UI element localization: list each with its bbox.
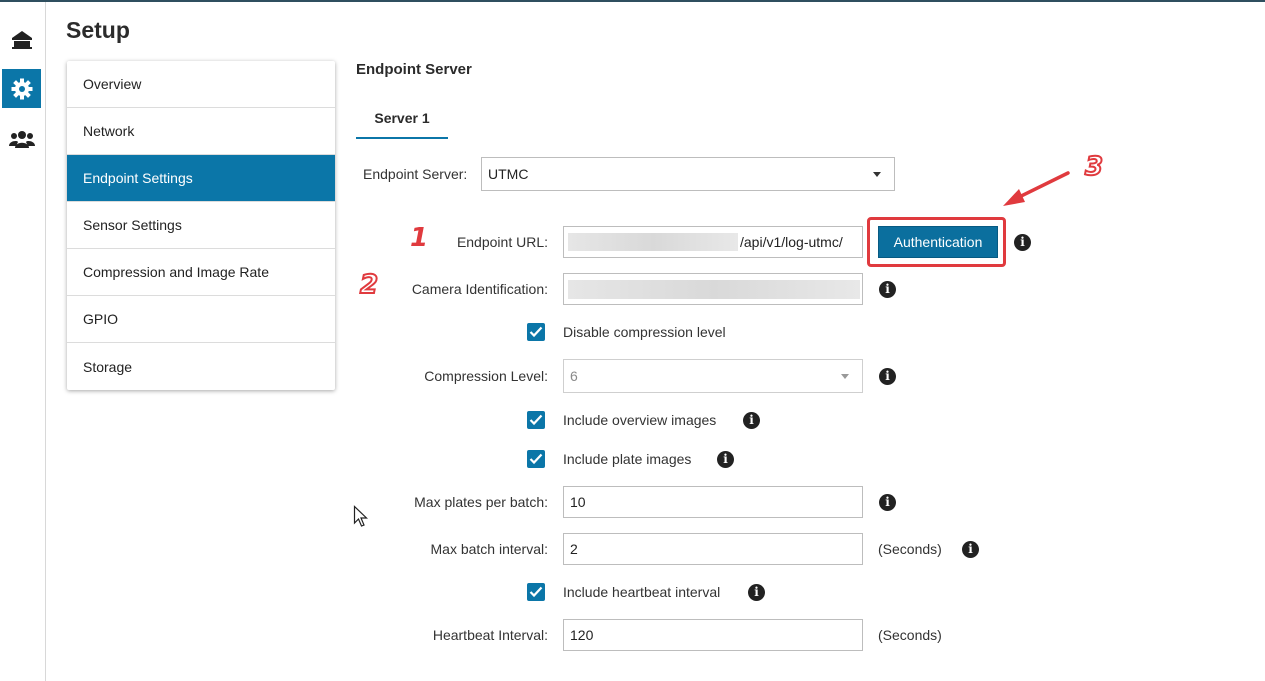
info-icon[interactable]: i — [879, 368, 896, 385]
endpoint-url-value: /api/v1/log-utmc/ — [740, 234, 843, 250]
info-icon[interactable]: i — [743, 412, 760, 429]
chevron-down-icon — [873, 172, 881, 177]
camera-id-label: Camera Identification: — [411, 281, 548, 297]
menu-item-storage[interactable]: Storage — [67, 343, 335, 390]
rail-setup-button[interactable] — [2, 69, 41, 108]
max-batch-interval-input[interactable]: 2 — [563, 533, 863, 565]
max-batch-interval-unit: (Seconds) — [878, 541, 942, 557]
include-overview-checkbox[interactable] — [527, 411, 545, 429]
rail-home-button[interactable] — [2, 20, 41, 59]
annotation-2: 2 — [359, 269, 379, 301]
section-title: Endpoint Server — [356, 61, 472, 78]
max-plates-value: 10 — [570, 494, 586, 510]
rail-users-button[interactable] — [2, 119, 41, 158]
info-icon[interactable]: i — [748, 584, 765, 601]
max-batch-interval-value: 2 — [570, 541, 578, 557]
mouse-cursor-icon — [353, 505, 368, 527]
include-heartbeat-label: Include heartbeat interval — [563, 584, 721, 600]
disable-compression-checkbox[interactable] — [527, 323, 545, 341]
heartbeat-interval-value: 120 — [570, 627, 594, 643]
compression-level-value: 6 — [570, 368, 578, 384]
menu-item-network[interactable]: Network — [67, 108, 335, 155]
include-heartbeat-checkbox[interactable] — [527, 583, 545, 601]
check-icon — [529, 326, 543, 338]
setup-menu: Overview Network Endpoint Settings Senso… — [67, 61, 335, 390]
heartbeat-interval-unit: (Seconds) — [878, 627, 942, 643]
page-title: Setup — [66, 17, 130, 43]
nav-rail — [0, 2, 46, 681]
menu-item-gpio[interactable]: GPIO — [67, 296, 335, 343]
heartbeat-interval-label: Heartbeat Interval: — [432, 627, 548, 643]
check-icon — [529, 453, 543, 465]
info-icon[interactable]: i — [962, 541, 979, 558]
include-plate-label: Include plate images — [563, 451, 692, 467]
annotation-3: 3 — [1084, 151, 1104, 183]
disable-compression-label: Disable compression level — [563, 324, 726, 340]
max-batch-interval-label: Max batch interval: — [430, 541, 549, 557]
endpoint-server-label: Endpoint Server: — [363, 166, 468, 182]
info-icon[interactable]: i — [879, 494, 896, 511]
users-icon — [8, 130, 35, 148]
menu-item-sensor-settings[interactable]: Sensor Settings — [67, 202, 335, 249]
include-overview-label: Include overview images — [563, 412, 717, 428]
info-icon[interactable]: i — [717, 451, 734, 468]
info-icon[interactable]: i — [879, 281, 896, 298]
menu-item-overview[interactable]: Overview — [67, 61, 335, 108]
top-border — [0, 0, 1265, 2]
camera-id-input[interactable] — [563, 273, 863, 305]
authentication-button[interactable]: Authentication — [878, 226, 998, 258]
endpoint-url-input[interactable]: /api/v1/log-utmc/ — [563, 226, 863, 258]
home-icon — [11, 30, 32, 49]
check-icon — [529, 586, 543, 598]
gear-icon — [11, 78, 32, 99]
annotation-arrow-icon — [1003, 171, 1070, 206]
endpoint-server-select[interactable]: UTMC — [481, 157, 895, 191]
menu-item-compression[interactable]: Compression and Image Rate — [67, 249, 335, 296]
max-plates-label: Max plates per batch: — [414, 494, 548, 510]
compression-level-label: Compression Level: — [424, 368, 548, 384]
redacted-camera-id — [568, 280, 860, 299]
compression-level-select[interactable]: 6 — [563, 359, 863, 393]
tab-server-1[interactable]: Server 1 — [356, 99, 448, 139]
check-icon — [529, 414, 543, 426]
redacted-url — [568, 233, 738, 251]
endpoint-server-value: UTMC — [488, 166, 529, 182]
endpoint-url-label: Endpoint URL: — [456, 234, 548, 250]
max-plates-input[interactable]: 10 — [563, 486, 863, 518]
info-icon[interactable]: i — [1014, 234, 1031, 251]
heartbeat-interval-input[interactable]: 120 — [563, 619, 863, 651]
include-plate-checkbox[interactable] — [527, 450, 545, 468]
chevron-down-icon — [841, 374, 849, 379]
menu-item-endpoint-settings[interactable]: Endpoint Settings — [67, 155, 335, 202]
